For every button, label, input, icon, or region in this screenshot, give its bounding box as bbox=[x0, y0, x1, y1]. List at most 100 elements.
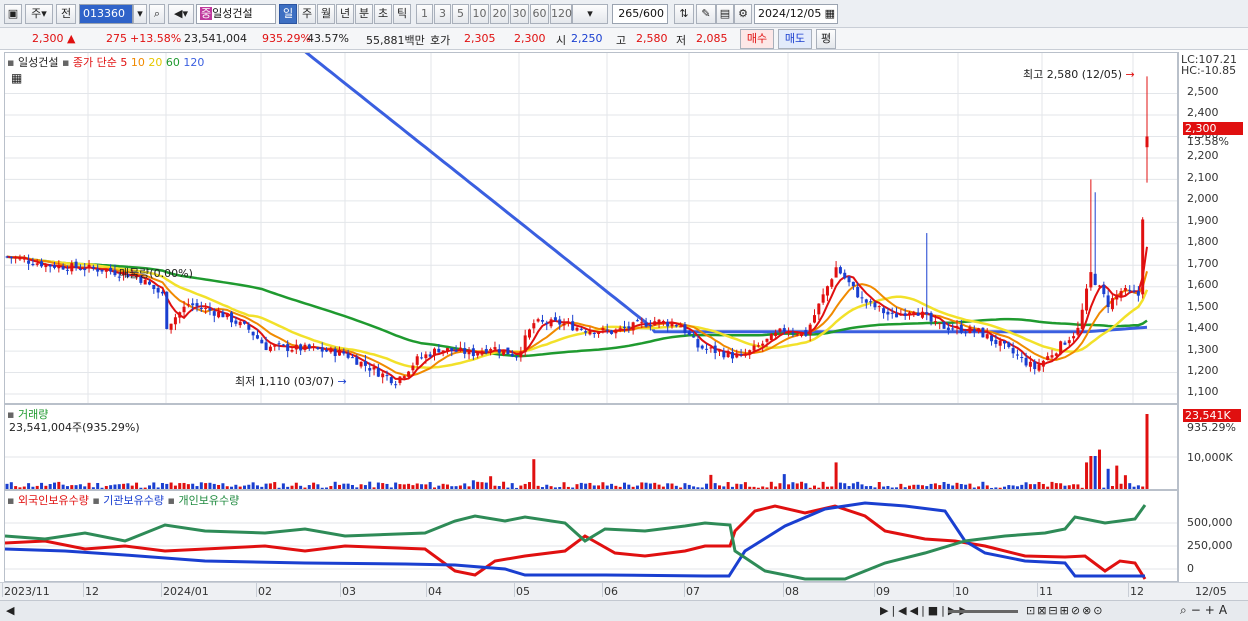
price-tick: 1,600 bbox=[1187, 278, 1219, 292]
period-button-6[interactable]: 틱 bbox=[393, 4, 411, 24]
volume-bar bbox=[791, 482, 795, 489]
x-axis-tick bbox=[1037, 583, 1038, 597]
tool-icon[interactable]: ✎ bbox=[696, 4, 716, 24]
price-chart-panel[interactable]: ▪ 일성건설 ▪ 종가 단순 5 10 20 60 120 ▦ 매물량(0.00… bbox=[4, 52, 1178, 404]
tool-icons[interactable]: ⊡⊠⊟⊞⊘⊗⊙ bbox=[1026, 604, 1105, 617]
scroll-left-icon[interactable]: ◀ bbox=[6, 604, 14, 617]
period-button-4[interactable]: 분 bbox=[355, 4, 373, 24]
interval-dropdown[interactable]: ▾ bbox=[572, 4, 608, 24]
candle-body bbox=[830, 279, 834, 287]
candle-body bbox=[74, 261, 78, 268]
volume-bar bbox=[519, 485, 523, 489]
interval-button-3[interactable]: 3 bbox=[434, 4, 451, 24]
grid-icon[interactable]: ▦ bbox=[11, 71, 22, 85]
interval-button-60[interactable]: 60 bbox=[530, 4, 549, 24]
volume-bar bbox=[739, 484, 743, 489]
period-button-3[interactable]: 년 bbox=[336, 4, 354, 24]
settings-gear-icon[interactable]: ⚙ bbox=[734, 4, 752, 24]
code-dropdown-icon[interactable]: ▾ bbox=[133, 4, 147, 24]
quote-vol-ratio: 935.29% bbox=[262, 32, 311, 45]
speaker-icon[interactable]: ◀▾ bbox=[168, 4, 194, 24]
eval-button[interactable]: 평 bbox=[816, 29, 836, 49]
count-field[interactable]: 265/600 bbox=[612, 4, 668, 24]
interval-button-5[interactable]: 5 bbox=[452, 4, 469, 24]
candle-body bbox=[182, 306, 186, 313]
interval-button-120[interactable]: 120 bbox=[550, 4, 572, 24]
candle-body bbox=[912, 311, 916, 314]
holdings-panel[interactable]: ▪ 외국인보유수량 ▪ 기관보유수량 ▪ 개인보유수량 bbox=[4, 490, 1178, 582]
volume-bar bbox=[1063, 485, 1067, 489]
x-axis-label: 05 bbox=[516, 585, 530, 598]
volume-bar bbox=[946, 483, 950, 489]
save-icon[interactable]: ▤ bbox=[716, 4, 734, 24]
candle-body bbox=[243, 321, 246, 324]
candle-body bbox=[381, 373, 385, 378]
high-annotation: 최고 2,580 (12/05) → bbox=[1023, 68, 1135, 81]
interval-button-1[interactable]: 1 bbox=[416, 4, 433, 24]
quote-low: 2,085 bbox=[696, 32, 728, 45]
zoom-slider[interactable] bbox=[948, 610, 1018, 613]
volume-bar bbox=[346, 483, 350, 489]
volume-bar bbox=[1132, 486, 1136, 489]
institution-legend: 기관보유수량 bbox=[103, 494, 165, 507]
candle-body bbox=[843, 272, 847, 279]
volume-bar bbox=[614, 485, 618, 489]
ma120-line bbox=[304, 53, 1148, 334]
candle-body bbox=[363, 361, 367, 366]
x-axis-tick bbox=[340, 583, 341, 597]
interval-button-10[interactable]: 10 bbox=[470, 4, 489, 24]
volume-bar bbox=[938, 485, 942, 489]
candle-body bbox=[787, 332, 791, 334]
volume-bar bbox=[886, 485, 890, 489]
candle-body bbox=[1033, 361, 1037, 370]
code-input[interactable]: 013360 bbox=[79, 4, 133, 24]
volume-bar bbox=[679, 487, 683, 489]
volume-bar bbox=[506, 487, 510, 489]
period-button-5[interactable]: 초 bbox=[374, 4, 392, 24]
candle-body bbox=[990, 335, 994, 342]
scroll-bar[interactable]: ◀ ▶|◀◀|■|▶▶ ⊡⊠⊟⊞⊘⊗⊙ ⌕−+A bbox=[0, 600, 1248, 621]
calendar-icon[interactable]: ▦ bbox=[825, 5, 835, 23]
candle-body bbox=[1067, 340, 1071, 344]
last-price-tag: 2,300 bbox=[1183, 122, 1243, 135]
volume-bar bbox=[566, 486, 570, 489]
buy-button[interactable]: 매수 bbox=[740, 29, 774, 49]
candle-body bbox=[575, 327, 579, 331]
volume-bar bbox=[895, 487, 899, 489]
period-type-dropdown[interactable]: 주▾ bbox=[25, 4, 53, 24]
candle-body bbox=[96, 268, 100, 272]
candle-body bbox=[1003, 340, 1006, 344]
prev-button[interactable]: 전 bbox=[56, 4, 76, 24]
date-field[interactable]: 2024/12/05 ▦ bbox=[754, 4, 838, 24]
chart-type-icon[interactable]: ⇅ bbox=[674, 4, 694, 24]
candle-body bbox=[592, 332, 596, 335]
sell-button[interactable]: 매도 bbox=[778, 29, 812, 49]
stock-name-field[interactable]: 중일성건설 bbox=[196, 4, 276, 24]
zoom-icons[interactable]: ⌕−+A bbox=[1180, 603, 1231, 618]
candle-body bbox=[221, 311, 225, 318]
candle-body bbox=[873, 302, 877, 308]
volume-bar bbox=[273, 482, 277, 489]
candle-body bbox=[579, 328, 583, 330]
volume-bar bbox=[428, 482, 432, 489]
volume-bar bbox=[5, 483, 9, 489]
volume-panel[interactable]: ▪ 거래량 23,541,004주(935.29%) bbox=[4, 404, 1178, 490]
candle-body bbox=[653, 321, 657, 326]
candle-body bbox=[1059, 341, 1063, 355]
period-button-1[interactable]: 주 bbox=[298, 4, 316, 24]
candle-body bbox=[601, 328, 605, 331]
volume-bar bbox=[312, 482, 316, 489]
candle-body bbox=[445, 348, 449, 352]
candle-body bbox=[761, 343, 765, 346]
ma60-label: 60 bbox=[165, 56, 180, 69]
volume-bar bbox=[549, 486, 553, 489]
volume-bar bbox=[113, 484, 117, 489]
price-tick: 1,800 bbox=[1187, 235, 1219, 249]
volume-bar bbox=[571, 487, 575, 489]
interval-button-30[interactable]: 30 bbox=[510, 4, 529, 24]
period-button-0[interactable]: 일 bbox=[279, 4, 297, 24]
window-menu-icon[interactable]: ▣ bbox=[4, 4, 22, 24]
period-button-2[interactable]: 월 bbox=[317, 4, 335, 24]
interval-button-20[interactable]: 20 bbox=[490, 4, 509, 24]
search-icon[interactable]: ⌕ bbox=[149, 4, 165, 24]
